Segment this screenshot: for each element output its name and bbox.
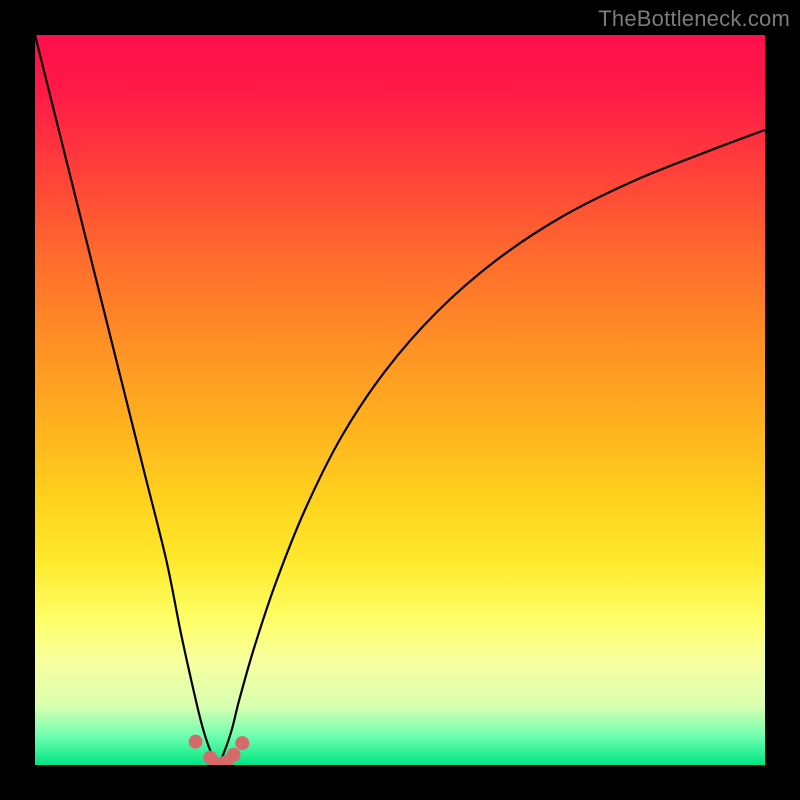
watermark-text: TheBottleneck.com	[598, 6, 790, 32]
chart-svg	[35, 35, 765, 765]
highlight-point	[189, 735, 203, 749]
chart-plot-area	[35, 35, 765, 765]
highlight-point	[227, 748, 241, 762]
bottleneck-curve	[35, 35, 765, 765]
chart-frame: TheBottleneck.com	[0, 0, 800, 800]
highlight-point	[235, 736, 249, 750]
